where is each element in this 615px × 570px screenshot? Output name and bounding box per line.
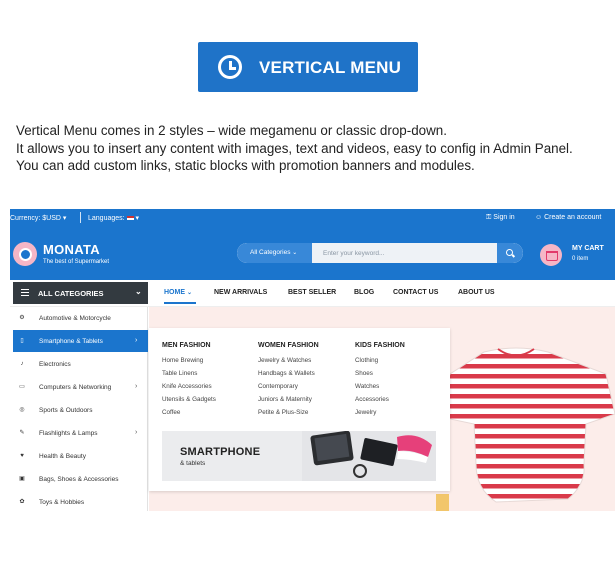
side-menu-label: Sports & Outdoors <box>39 407 93 414</box>
nav-blog[interactable]: BLOG <box>354 289 374 296</box>
mega-link[interactable]: Contemporary <box>258 383 298 390</box>
side-menu-item[interactable]: ◎ Sports & Outdoors <box>13 399 148 421</box>
currency-selector[interactable]: Currency: $USD ▾ <box>10 214 66 222</box>
nav-home[interactable]: HOME ⌄ <box>164 289 192 296</box>
heart-icon: ♥ <box>20 453 24 459</box>
mega-column-title: WOMEN FASHION <box>258 342 319 349</box>
create-account-link[interactable]: ☺ Create an account <box>535 214 601 221</box>
cart-icon[interactable] <box>540 244 562 266</box>
chevron-down-icon: ⌄ <box>135 287 142 296</box>
hamburger-icon <box>21 289 29 296</box>
nav-best-seller[interactable]: BEST SELLER <box>288 289 336 296</box>
devices-image <box>302 431 436 481</box>
mega-link[interactable]: Accessories <box>355 396 389 403</box>
mega-link[interactable]: Shoes <box>355 370 373 377</box>
side-menu-item[interactable]: ⚙ Automotive & Motorcycle <box>13 307 148 329</box>
chevron-right-icon: › <box>135 429 138 436</box>
side-menu-item[interactable]: ▣ Bags, Shoes & Accessories <box>13 468 148 490</box>
side-menu-item[interactable]: ✎ Flashlights & Lamps › <box>13 422 148 444</box>
mega-link[interactable]: Utensils & Gadgets <box>162 396 216 403</box>
striped-tshirt-image <box>436 347 615 511</box>
side-menu-label: Electronics <box>39 361 71 368</box>
sign-in-link[interactable]: ⚿ Sign in <box>486 214 515 222</box>
mega-link[interactable]: Clothing <box>355 357 378 364</box>
side-menu-label: Automotive & Motorcycle <box>39 315 111 322</box>
nav-about-us[interactable]: ABOUT US <box>458 289 495 296</box>
cart-title[interactable]: MY CART <box>572 245 604 252</box>
smartphone-promo-banner[interactable]: SMARTPHONE & tablets <box>162 431 436 481</box>
clock-icon <box>218 55 242 79</box>
topbar-divider <box>80 212 81 223</box>
mega-link[interactable]: Petite & Plus-Size <box>258 409 308 416</box>
all-categories-label: ALL CATEGORIES <box>38 289 104 298</box>
logo-name[interactable]: MONATA <box>43 242 100 257</box>
chevron-right-icon: › <box>135 383 138 390</box>
search-input[interactable]: Enter your keyword... <box>323 250 384 257</box>
side-menu-label: Smartphone & Tablets <box>39 338 103 345</box>
side-menu-label: Flashlights & Lamps <box>39 430 98 437</box>
side-menu-item[interactable]: ♪ Electronics <box>13 353 148 375</box>
description: Vertical Menu comes in 2 styles – wide m… <box>16 122 606 175</box>
mega-column-title: MEN FASHION <box>162 342 211 349</box>
side-menu-item[interactable]: ▭ Computers & Networking › <box>13 376 148 398</box>
mega-link[interactable]: Watches <box>355 383 379 390</box>
main-nav: ALL CATEGORIES ⌄ HOME ⌄ NEW ARRIVALS BES… <box>10 280 615 307</box>
badge-title: VERTICAL MENU <box>259 58 402 77</box>
chevron-right-icon: › <box>135 337 138 344</box>
mega-link[interactable]: Juniors & Maternity <box>258 396 312 403</box>
side-menu-item[interactable]: ✿ Toys & Hobbies <box>13 491 148 511</box>
cart-count: 0 item <box>572 256 589 262</box>
flag-icon <box>126 216 134 220</box>
mega-link[interactable]: Table Linens <box>162 370 197 377</box>
side-menu-label: Computers & Networking <box>39 384 112 391</box>
mega-link[interactable]: Jewelry & Watches <box>258 357 311 364</box>
nav-new-arrivals[interactable]: NEW ARRIVALS <box>214 289 267 296</box>
top-bar: Currency: $USD ▾ Languages: ▾ ⚿ Sign in … <box>10 209 615 228</box>
side-menu-label: Toys & Hobbies <box>39 499 85 506</box>
logo-tagline: The best of Supermarket <box>43 259 110 265</box>
side-menu-label: Bags, Shoes & Accessories <box>39 476 119 483</box>
logo-icon[interactable] <box>13 242 37 266</box>
vertical-menu-badge: VERTICAL MENU <box>198 42 418 92</box>
bag-icon: ▣ <box>19 476 25 482</box>
side-menu-item[interactable]: ♥ Health & Beauty <box>13 445 148 467</box>
mega-link[interactable]: Jewelry <box>355 409 376 416</box>
banner-subtitle: & tablets <box>180 460 206 467</box>
motorcycle-icon: ⚙ <box>19 315 25 321</box>
monitor-icon: ▭ <box>19 384 25 390</box>
language-selector[interactable]: Languages: ▾ <box>88 214 139 222</box>
phone-icon: ▯ <box>20 338 24 344</box>
description-line: You can add custom links, static blocks … <box>16 158 475 173</box>
store-header: MONATA The best of Supermarket All Categ… <box>10 228 615 280</box>
description-line: It allows you to insert any content with… <box>16 140 573 156</box>
toy-icon: ✿ <box>19 499 25 505</box>
vertical-side-menu: ⚙ Automotive & Motorcycle ▯ Smartphone &… <box>13 307 148 511</box>
mega-link[interactable]: Knife Accessories <box>162 383 212 390</box>
microphone-icon: ♪ <box>20 361 24 367</box>
description-line: Vertical Menu comes in 2 styles – wide m… <box>16 123 447 138</box>
flashlight-icon: ✎ <box>19 430 25 436</box>
key-icon: ⚿ <box>486 214 492 221</box>
mega-link[interactable]: Handbags & Wallets <box>258 370 315 377</box>
nav-contact-us[interactable]: CONTACT US <box>393 289 438 296</box>
mega-menu-dropdown: MEN FASHION Home Brewing Table Linens Kn… <box>149 328 450 491</box>
mega-link[interactable]: Home Brewing <box>162 357 203 364</box>
mega-link[interactable]: Coffee <box>162 409 180 416</box>
search-button[interactable] <box>497 243 523 263</box>
ball-icon: ◎ <box>19 407 25 413</box>
home-underline <box>164 302 196 304</box>
side-menu-item-active[interactable]: ▯ Smartphone & Tablets › <box>13 330 148 352</box>
side-menu-label: Health & Beauty <box>39 453 86 460</box>
search-bar: All Categories ⌄ Enter your keyword... <box>237 243 523 263</box>
banner-title: SMARTPHONE <box>180 446 261 458</box>
search-category-select[interactable]: All Categories ⌄ <box>237 243 312 263</box>
all-categories-button[interactable]: ALL CATEGORIES ⌄ <box>13 282 148 304</box>
store-screenshot: Currency: $USD ▾ Languages: ▾ ⚿ Sign in … <box>10 209 615 511</box>
user-icon: ☺ <box>535 214 543 221</box>
mega-column-title: KIDS FASHION <box>355 342 405 349</box>
